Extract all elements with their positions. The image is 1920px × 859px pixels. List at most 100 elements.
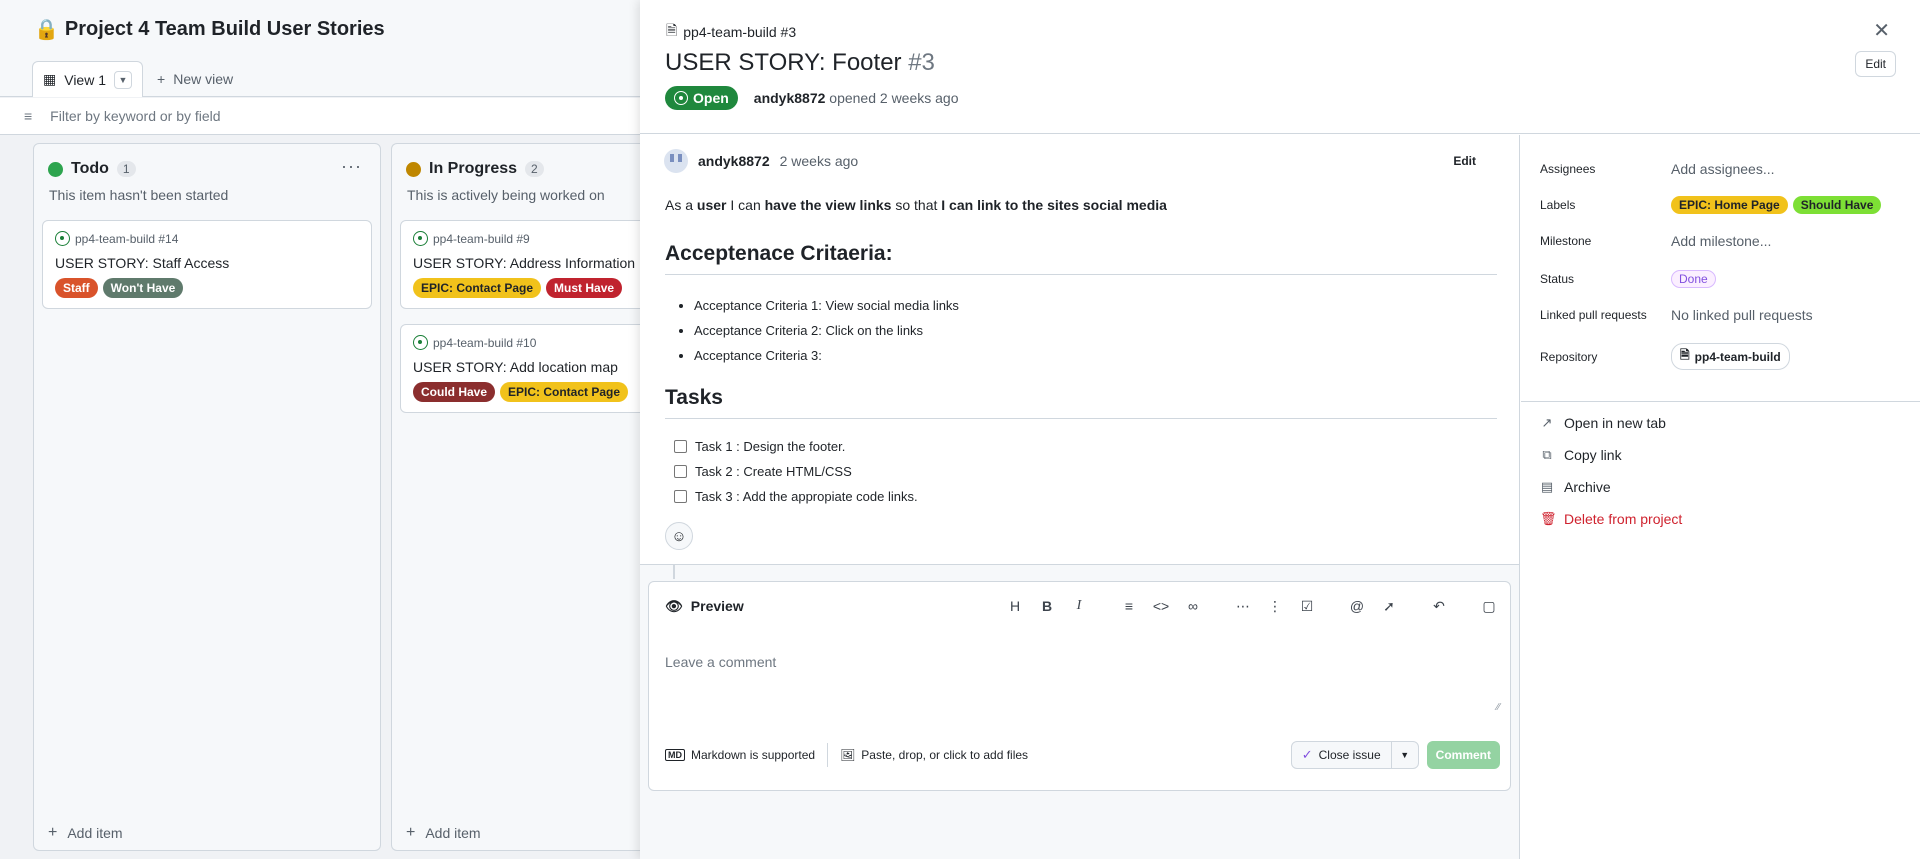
tab-view-1[interactable]: ▦ View 1 ▼ (32, 61, 144, 97)
status-value[interactable]: Done (1671, 270, 1716, 288)
comment-author[interactable]: andyk8872 (698, 153, 770, 169)
attach-files-text[interactable]: Paste, drop, or click to add files (861, 748, 1028, 762)
card-title[interactable]: USER STORY: Add location map (413, 359, 677, 375)
open-in-new-tab-button[interactable]: ↗ Open in new tab (1540, 415, 1666, 431)
attach-files[interactable]: 🖼 Paste, drop, or click to add files (840, 748, 1028, 762)
column-title: In Progress (429, 160, 518, 177)
repo-ref-text[interactable]: pp4-team-build #3 (683, 24, 796, 40)
add-item-label: Add item (67, 825, 123, 841)
card-title[interactable]: USER STORY: Address Information (413, 255, 677, 271)
task-list-icon[interactable]: ☑ (1298, 598, 1316, 615)
copy-link-button[interactable]: ⧉ Copy link (1540, 447, 1622, 463)
issue-number: #3 (908, 49, 935, 76)
labels-value[interactable]: EPIC: Home Page Should Have (1671, 196, 1882, 214)
comment-composer-area: 👁 Preview H B I ≡ <> ∞ ⋯ ⋮ ☑ @ ➚ ↶ ▢ Lea… (640, 564, 1519, 859)
italic-icon[interactable]: I (1070, 598, 1088, 614)
column-header: In Progress 2 (406, 160, 544, 178)
chevron-down-icon[interactable]: ▼ (1392, 742, 1418, 768)
status-dot-icon (48, 161, 63, 177)
column-count: 2 (525, 161, 544, 177)
card-ref-text: pp4-team-build #10 (433, 335, 537, 350)
heading-icon[interactable]: H (1006, 598, 1024, 614)
archive-button[interactable]: ▤ Archive (1540, 479, 1611, 495)
delete-from-project-button[interactable]: 🗑 Delete from project (1540, 511, 1682, 527)
labels-row: Labels EPIC: Home Page Should Have (1540, 196, 1882, 214)
close-issue-button[interactable]: ✓ Close issue ▼ (1290, 741, 1419, 769)
preview-label: Preview (690, 598, 744, 614)
body-part: I can (726, 197, 765, 213)
comment-input[interactable]: Leave a comment (665, 654, 776, 670)
fullscreen-icon[interactable]: ▢ (1480, 598, 1498, 615)
add-item-label: Add item (425, 825, 481, 841)
chevron-down-icon[interactable]: ▼ (114, 70, 133, 89)
linked-prs-value[interactable]: No linked pull requests (1671, 307, 1813, 323)
column-todo: Todo 1 ··· This item hasn't been started… (33, 143, 381, 851)
close-issue-main[interactable]: ✓ Close issue (1292, 742, 1392, 768)
list-item: Acceptance Criteria 3: (694, 343, 959, 368)
new-view-button[interactable]: + New view (143, 61, 247, 97)
markdown-icon: MD (665, 749, 685, 761)
task-checkbox[interactable] (674, 490, 687, 503)
undo-icon[interactable]: ↶ (1430, 598, 1448, 615)
link-icon[interactable]: ∞ (1184, 598, 1202, 614)
repository-row: Repository 🗎 pp4-team-build (1540, 343, 1790, 370)
bold-icon[interactable]: B (1038, 598, 1056, 614)
add-item-button[interactable]: + Add item (48, 824, 123, 842)
column-count: 1 (116, 161, 136, 177)
edit-title-button[interactable]: Edit (1855, 51, 1896, 77)
repo-reference[interactable]: 🗎 pp4-team-build #3 (666, 20, 796, 44)
task-checkbox[interactable] (674, 440, 687, 453)
task-checkbox[interactable] (674, 465, 687, 478)
column-in-progress: In Progress 2 This is actively being wor… (391, 143, 690, 851)
body-part: have the view links (764, 197, 892, 213)
filter-input[interactable]: Filter by keyword or by field (50, 108, 220, 124)
plus-icon: + (157, 71, 166, 87)
task-item: Task 3 : Add the appropiate code links. (674, 484, 918, 509)
quote-icon[interactable]: ≡ (1120, 598, 1138, 614)
label-badge: Could Have (413, 382, 496, 402)
issue-author[interactable]: andyk8872 (754, 90, 826, 106)
code-icon[interactable]: <> (1152, 598, 1170, 614)
editor-footer: MD Markdown is supported 🖼 Paste, drop, … (649, 718, 1510, 792)
status-key: Status (1540, 272, 1575, 286)
plus-icon: + (48, 824, 58, 841)
comment-button[interactable]: Comment (1426, 741, 1500, 769)
card-ref: pp4-team-build #14 (55, 231, 359, 246)
task-item: Task 2 : Create HTML/CSS (674, 459, 918, 484)
issue-title-text: USER STORY: Footer (665, 49, 902, 76)
check-circle-icon: ✓ (1301, 747, 1313, 762)
comment-timestamp[interactable]: 2 weeks ago (780, 153, 859, 169)
resize-handle-icon[interactable]: ∕∕ (1497, 702, 1500, 713)
list-item: Acceptance Criteria 1: View social media… (694, 293, 959, 318)
criteria-heading: Acceptenace Critaeria: (665, 242, 1497, 275)
card-labels: EPIC: Contact Page Must Have (413, 278, 677, 298)
more-options-icon[interactable]: ··· (341, 156, 362, 177)
action-label: Open in new tab (1564, 415, 1666, 431)
action-label: Copy link (1564, 447, 1622, 463)
milestone-value[interactable]: Add milestone... (1671, 233, 1771, 249)
label-badge: Staff (55, 278, 98, 298)
add-item-button[interactable]: + Add item (406, 824, 481, 842)
close-icon[interactable]: ✕ (1873, 18, 1890, 43)
divider (827, 743, 829, 767)
board-view-icon: ▦ (43, 71, 57, 87)
preview-tab[interactable]: 👁 Preview (665, 598, 744, 615)
reference-icon[interactable]: ➚ (1380, 598, 1398, 615)
edit-comment-button[interactable]: Edit (1453, 154, 1476, 168)
repo-pill[interactable]: 🗎 pp4-team-build (1671, 343, 1790, 370)
status-dot-icon (406, 161, 421, 177)
bullet-list-icon[interactable]: ⋯ (1234, 598, 1252, 615)
card-title[interactable]: USER STORY: Staff Access (55, 255, 359, 271)
mention-icon[interactable]: @ (1348, 598, 1366, 614)
assignees-row: Assignees Add assignees... (1540, 161, 1775, 177)
card-ref-text: pp4-team-build #9 (433, 231, 530, 246)
add-reaction-icon[interactable]: ☺ (665, 522, 693, 550)
assignees-value[interactable]: Add assignees... (1671, 161, 1775, 177)
numbered-list-icon[interactable]: ⋮ (1266, 598, 1284, 615)
board-card[interactable]: pp4-team-build #14 USER STORY: Staff Acc… (42, 220, 372, 309)
avatar[interactable] (664, 149, 688, 173)
repository-value[interactable]: 🗎 pp4-team-build (1671, 343, 1790, 370)
new-view-label: New view (173, 71, 234, 87)
markdown-note[interactable]: MD Markdown is supported (665, 748, 815, 762)
markdown-note-text[interactable]: Markdown is supported (691, 748, 815, 762)
